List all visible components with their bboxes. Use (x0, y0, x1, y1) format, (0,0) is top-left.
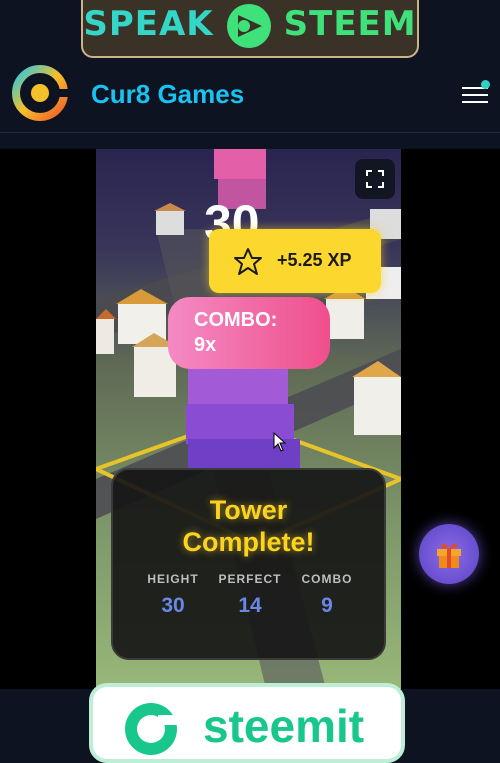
combo-label: COMBO: (194, 309, 278, 331)
header-divider (0, 133, 500, 149)
speak-steem-banner[interactable]: SPEAK STEEM (81, 0, 419, 58)
stat-label: PERFECT (218, 572, 282, 586)
stat-height: HEIGHT 30 (133, 572, 213, 618)
stat-label: HEIGHT (147, 572, 199, 586)
steemit-logo-icon (125, 703, 184, 755)
hamburger-menu-icon[interactable] (462, 80, 490, 104)
panel-title: Tower Complete! (113, 494, 384, 558)
mouse-cursor-icon (273, 432, 287, 452)
stat-value: 14 (238, 594, 262, 617)
stat-value: 9 (321, 594, 333, 617)
panel-title-line1: Tower (209, 495, 288, 525)
fullscreen-button[interactable] (355, 159, 395, 199)
site-header: Cur8 Games (0, 60, 500, 133)
star-icon (234, 248, 262, 275)
banner-steem-text: STEEM (283, 4, 417, 44)
left-letterbox (0, 149, 96, 689)
tower-complete-panel: Tower Complete! HEIGHT 30 PERFECT 14 COM… (111, 468, 386, 660)
panel-title-line2: Complete! (182, 527, 315, 557)
combo-multiplier: 9x (194, 334, 217, 356)
brand-title[interactable]: Cur8 Games (91, 79, 244, 110)
notification-dot (481, 80, 490, 89)
gift-button[interactable] (419, 524, 479, 584)
stat-label: COMBO (301, 572, 353, 586)
banner-speak-text: SPEAK (83, 4, 214, 44)
combo-popup: COMBO: 9x (168, 297, 330, 369)
cur8-logo-icon[interactable] (12, 65, 68, 121)
fullscreen-icon (366, 170, 384, 188)
gift-icon (437, 543, 461, 568)
xp-gain-popup: +5.25 XP (209, 229, 381, 293)
steemit-text: steemit (203, 700, 365, 752)
steemit-banner[interactable]: steemit (89, 683, 405, 763)
speak-logo-icon (226, 4, 271, 48)
stat-value: 30 (161, 594, 185, 617)
xp-gain-text: +5.25 XP (277, 250, 352, 270)
stat-perfect: PERFECT 14 (210, 572, 290, 618)
stat-combo: COMBO 9 (287, 572, 367, 618)
right-letterbox (401, 149, 500, 689)
